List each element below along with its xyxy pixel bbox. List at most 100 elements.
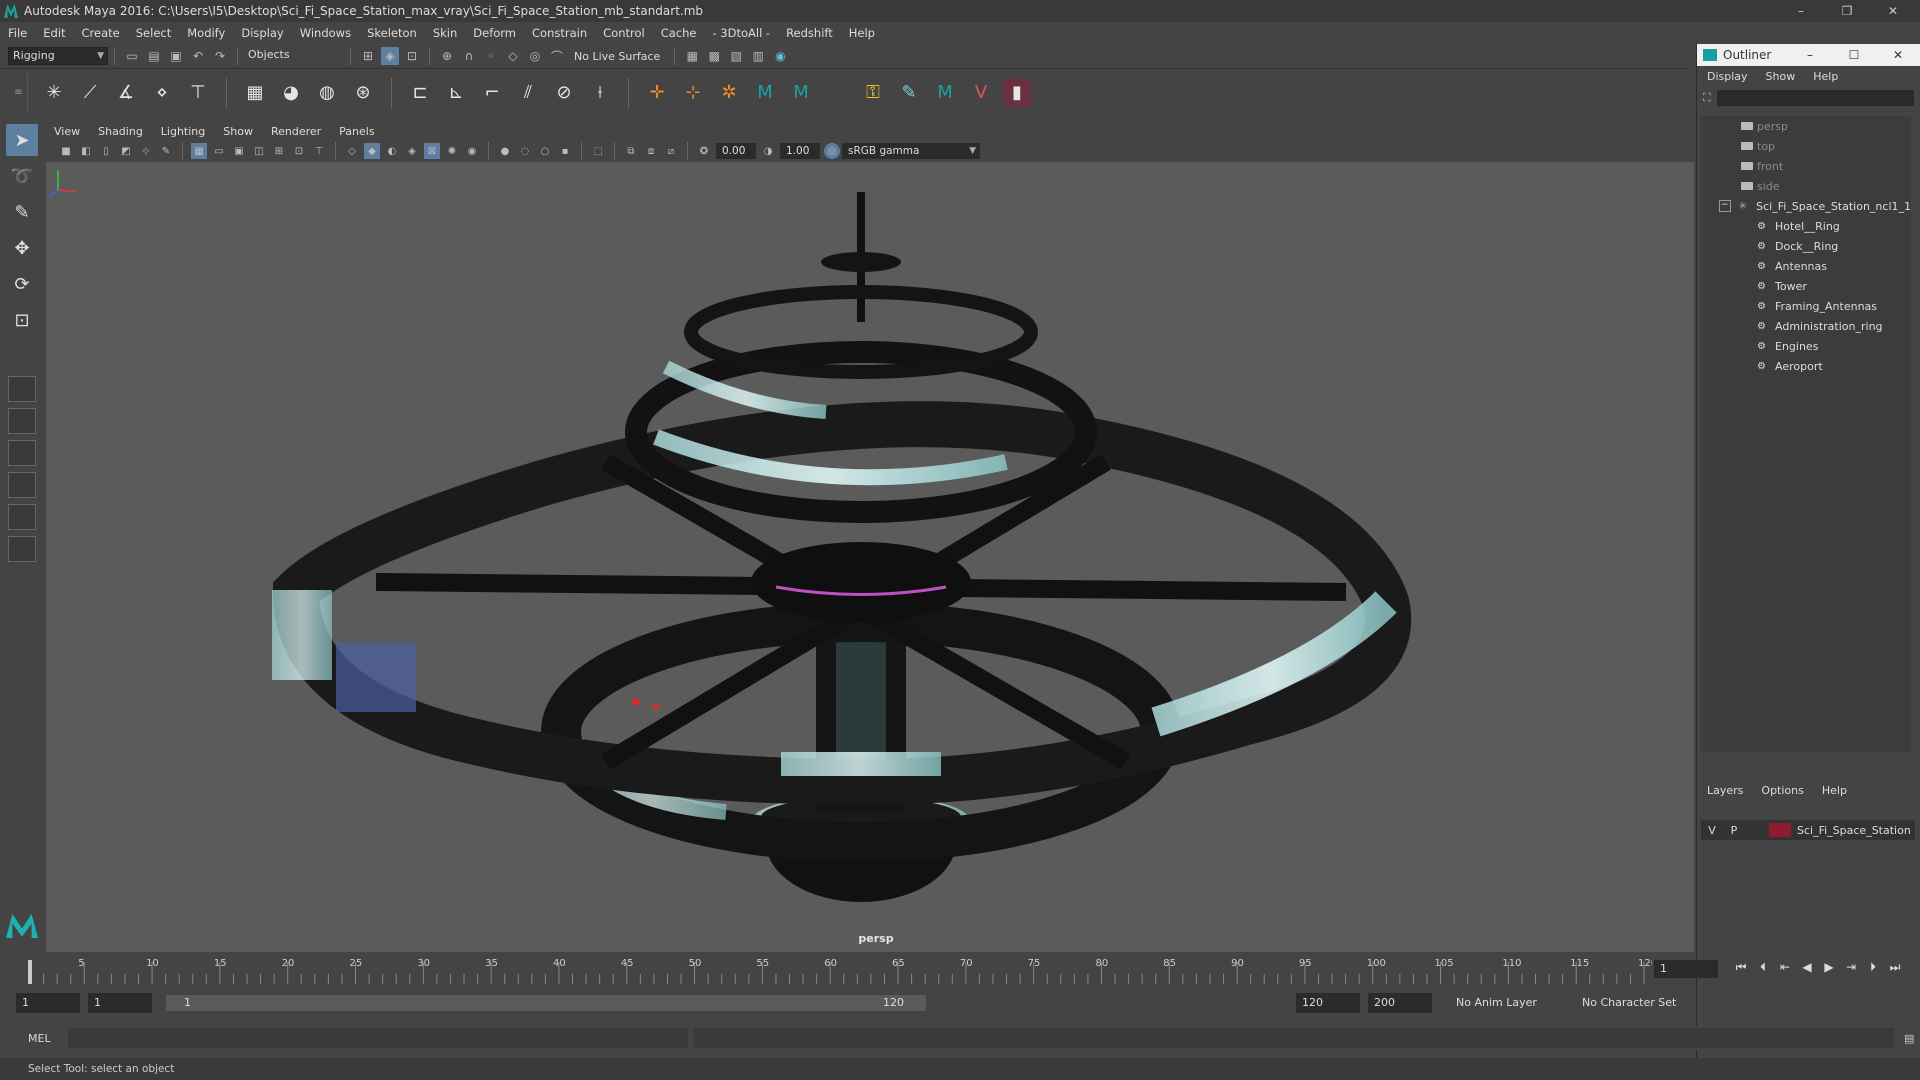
panel-menu-panels[interactable]: Panels xyxy=(339,125,374,138)
gamma-field[interactable]: 1.00 xyxy=(780,143,820,159)
render-settings-icon[interactable]: ▥ xyxy=(749,47,767,65)
layers-menu-options[interactable]: Options xyxy=(1761,784,1803,797)
menu-3dtoall[interactable]: - 3DtoAll - xyxy=(712,26,770,40)
step-forward-key-icon[interactable]: ⇥ xyxy=(1840,960,1862,975)
prune-weights-icon[interactable]: ⟊ xyxy=(586,79,614,107)
blank-shelf-slot[interactable] xyxy=(823,79,851,107)
menu-modify[interactable]: Modify xyxy=(187,26,225,40)
screen-space-ao-icon[interactable]: ● xyxy=(497,143,513,159)
xray-joints-icon[interactable]: ⧉ xyxy=(623,143,639,159)
minimize-button[interactable]: – xyxy=(1780,0,1822,22)
open-scene-icon[interactable]: ▤ xyxy=(145,47,163,65)
four-view-layout-icon[interactable] xyxy=(8,408,36,434)
maya-script-icon[interactable]: M xyxy=(787,79,815,107)
safe-action-icon[interactable]: ⊡ xyxy=(291,143,307,159)
outliner-tree[interactable]: persp top front side − ✳ Sci_Fi_Space_St… xyxy=(1701,116,1911,752)
menu-cache[interactable]: Cache xyxy=(661,26,697,40)
end-time-field[interactable]: 200 xyxy=(1368,993,1432,1013)
motion-blur-icon[interactable]: ◌ xyxy=(517,143,533,159)
persp-graph-layout-icon[interactable] xyxy=(8,504,36,530)
current-frame-field[interactable]: 1 xyxy=(1654,960,1718,978)
set-driven-key-icon[interactable]: ⚿ xyxy=(859,79,887,107)
outliner-item[interactable]: ⚙ Engines xyxy=(1701,336,1911,356)
maximize-button[interactable]: ❐ xyxy=(1826,0,1868,22)
go-to-end-icon[interactable]: ⏭ xyxy=(1884,960,1906,975)
time-slider[interactable]: 1510152025303540455055606570758085909510… xyxy=(0,952,1718,988)
xray-icon[interactable]: ⊠ xyxy=(424,143,440,159)
paint-weights-icon[interactable]: ⊾ xyxy=(442,79,470,107)
grease-pencil-icon[interactable]: ✎ xyxy=(158,143,174,159)
lights-icon[interactable]: ✺ xyxy=(444,143,460,159)
ik-handle-icon[interactable]: ⟋ xyxy=(76,79,104,107)
menu-file[interactable]: File xyxy=(8,26,27,40)
outliner-item[interactable]: ⚙ Aeroport xyxy=(1701,356,1911,376)
select-object-icon[interactable]: ◈ xyxy=(381,47,399,65)
default-lighting-icon[interactable]: ◐ xyxy=(384,143,400,159)
anim-layer-dropdown[interactable]: No Anim Layer xyxy=(1450,993,1570,1013)
scale-tool-icon[interactable]: ⊡ xyxy=(6,304,38,336)
snap-surface-icon[interactable]: ◎ xyxy=(526,47,544,65)
render-view-icon[interactable]: ▦ xyxy=(683,47,701,65)
xray-active-icon[interactable]: ⧈ xyxy=(643,143,659,159)
layers-menu-help[interactable]: Help xyxy=(1822,784,1847,797)
menu-edit[interactable]: Edit xyxy=(43,26,65,40)
bookmark-icon[interactable]: ▯ xyxy=(98,143,114,159)
depth-of-field-icon[interactable]: ▪ xyxy=(557,143,573,159)
outliner-maximize-button[interactable]: ☐ xyxy=(1832,48,1876,62)
outliner-close-button[interactable]: ✕ xyxy=(1876,48,1920,62)
ipr-render-icon[interactable]: ▧ xyxy=(727,47,745,65)
outliner-item[interactable]: ⚙ Dock__Ring xyxy=(1701,236,1911,256)
multisample-aa-icon[interactable]: ○ xyxy=(537,143,553,159)
select-tool-icon[interactable]: ➤ xyxy=(6,124,38,156)
copy-weights-icon[interactable]: ⊘ xyxy=(550,79,578,107)
image-plane-icon[interactable]: ◩ xyxy=(118,143,134,159)
outliner-item[interactable]: ⚙ Antennas xyxy=(1701,256,1911,276)
outliner-item[interactable]: ⚙ Administration_ring xyxy=(1701,316,1911,336)
character-set-dropdown[interactable]: No Character Set xyxy=(1576,993,1696,1013)
playback-start-field[interactable]: 1 xyxy=(88,993,152,1013)
single-view-layout-icon[interactable] xyxy=(8,376,36,402)
shelf-options-handle[interactable]: ≡ xyxy=(10,72,28,113)
wrap-deformer-icon[interactable]: ◍ xyxy=(313,79,341,107)
outliner-item[interactable]: front xyxy=(1701,156,1911,176)
go-to-start-icon[interactable]: ⏮ xyxy=(1730,960,1752,975)
sculpt-deformer-icon[interactable]: ⊛ xyxy=(349,79,377,107)
script-language-label[interactable]: MEL xyxy=(28,1032,68,1045)
menu-select[interactable]: Select xyxy=(136,26,171,40)
insert-joint-icon[interactable]: ⋄ xyxy=(148,79,176,107)
menu-constrain[interactable]: Constrain xyxy=(532,26,587,40)
outliner-search-input[interactable] xyxy=(1716,90,1914,106)
outliner-item[interactable]: ⚙ Tower xyxy=(1701,276,1911,296)
step-forward-icon[interactable]: ⏵ xyxy=(1862,960,1884,975)
undo-icon[interactable]: ↶ xyxy=(189,47,207,65)
textured-icon[interactable]: ◈ xyxy=(404,143,420,159)
menu-redshift[interactable]: Redshift xyxy=(786,26,833,40)
new-scene-icon[interactable]: ▭ xyxy=(123,47,141,65)
aim-constraint-icon[interactable]: ✲ xyxy=(715,79,743,107)
panel-menu-shading[interactable]: Shading xyxy=(98,125,143,138)
play-forwards-icon[interactable]: ▶ xyxy=(1818,960,1840,975)
playback-end-field[interactable]: 120 xyxy=(1296,993,1360,1013)
start-time-field[interactable]: 1 xyxy=(16,993,80,1013)
layer-playback-toggle[interactable]: P xyxy=(1723,824,1745,837)
ik-spline-icon[interactable]: ∡ xyxy=(112,79,140,107)
step-back-key-icon[interactable]: ⇤ xyxy=(1774,960,1796,975)
persp-outliner-layout-icon[interactable] xyxy=(8,472,36,498)
menu-create[interactable]: Create xyxy=(82,26,120,40)
menu-control[interactable]: Control xyxy=(603,26,645,40)
v-tool-icon[interactable]: V xyxy=(967,79,995,107)
paint-tool-icon[interactable]: ✎ xyxy=(895,79,923,107)
outliner-menu-show[interactable]: Show xyxy=(1766,70,1796,83)
render-frame-icon[interactable]: ▩ xyxy=(705,47,723,65)
outliner-menu-help[interactable]: Help xyxy=(1813,70,1838,83)
range-slider[interactable]: 1 120 xyxy=(166,995,926,1011)
menu-windows[interactable]: Windows xyxy=(300,26,351,40)
hypershade-layout-icon[interactable] xyxy=(8,536,36,562)
layer-color-swatch[interactable] xyxy=(1769,823,1791,837)
graph-tool-icon[interactable]: ▮ xyxy=(1003,78,1031,107)
panel-menu-show[interactable]: Show xyxy=(223,125,253,138)
snap-curve-icon[interactable]: ∩ xyxy=(460,47,478,65)
play-backwards-icon[interactable]: ◀ xyxy=(1796,960,1818,975)
camera-attributes-icon[interactable]: ◧ xyxy=(78,143,94,159)
side-by-side-layout-icon[interactable] xyxy=(8,440,36,466)
